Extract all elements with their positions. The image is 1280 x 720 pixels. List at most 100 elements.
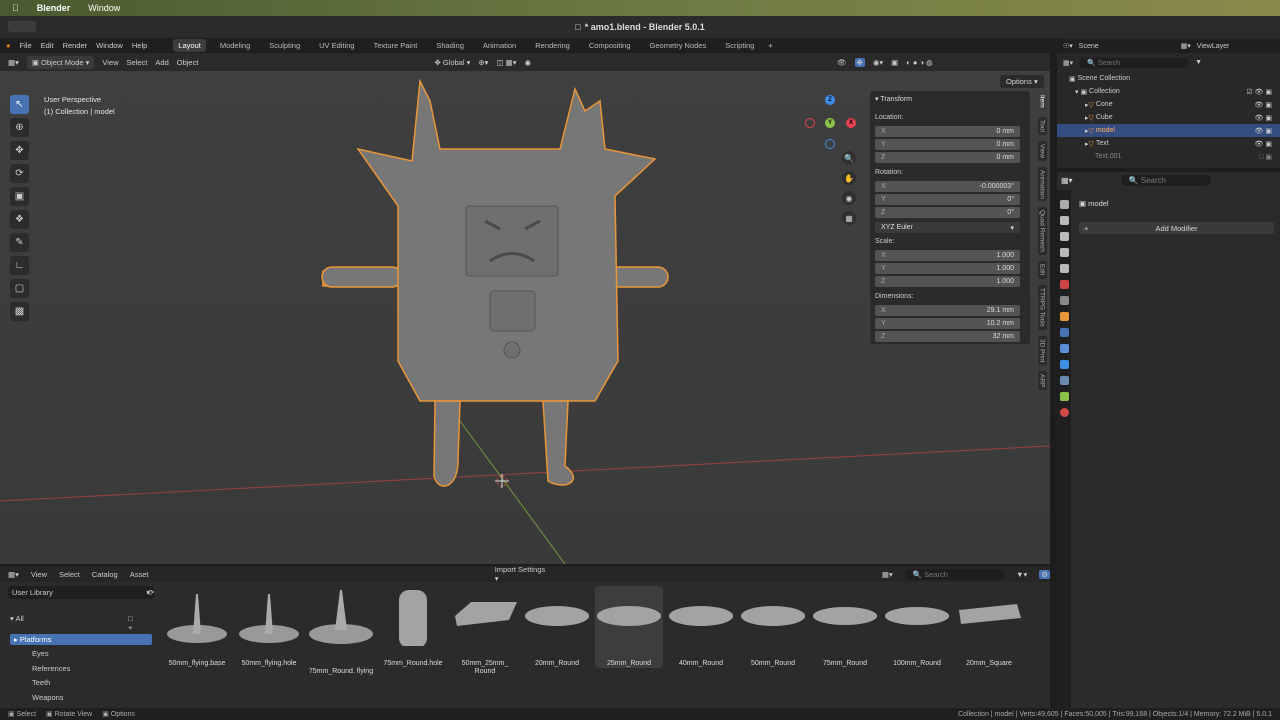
tab-arp[interactable]: ARP: [1037, 370, 1047, 391]
editor-type-icon[interactable]: ▦▾: [8, 58, 19, 67]
asset-tile[interactable]: 50mm_Round: [739, 586, 807, 668]
transform-header[interactable]: ▾ Transform: [875, 95, 912, 103]
tab-geometry-nodes[interactable]: Geometry Nodes: [645, 39, 712, 52]
tab-3d-print[interactable]: 3D Print: [1037, 335, 1047, 365]
proportional-edit-icon[interactable]: ◉: [524, 58, 531, 67]
transform-tool-icon[interactable]: ❖: [10, 210, 29, 229]
dimensions-y-field[interactable]: Y 10.2 mm: [875, 318, 1020, 329]
tab-edit[interactable]: Edit: [1037, 261, 1047, 279]
rotation-z-field[interactable]: Z 0°: [875, 207, 1020, 218]
object-props-icon[interactable]: [1059, 312, 1069, 321]
pan-hand-icon[interactable]: ✋: [842, 171, 856, 185]
navigation-gizmo[interactable]: Z Y X: [800, 93, 860, 153]
select-box-icon[interactable]: ↖: [10, 95, 29, 114]
constraints-props-icon[interactable]: [1059, 376, 1069, 385]
shading-modes[interactable]: ◐ ● ◑ ◍: [906, 58, 932, 67]
overlay-icon[interactable]: ◉▾: [873, 58, 883, 67]
rotation-y-field[interactable]: Y 0°: [875, 194, 1020, 205]
outliner-item-collection[interactable]: ▾ ▣ Collection ☑ 👁 ▣: [1057, 85, 1280, 98]
menu-render[interactable]: Render: [63, 41, 88, 50]
zoom-icon[interactable]: 🔍: [842, 151, 856, 165]
scale-x-field[interactable]: X 1.000: [875, 250, 1020, 261]
physics-props-icon[interactable]: [1059, 360, 1069, 369]
asset-tile[interactable]: 50mm_flying.base: [163, 586, 231, 668]
properties-search[interactable]: 🔍 Search: [1120, 175, 1211, 186]
add-modifier-button[interactable]: + Add Modifier: [1079, 222, 1274, 234]
gizmo-z-icon[interactable]: Z: [825, 95, 835, 105]
outliner-item-text001[interactable]: Text.001 □ ▣: [1057, 150, 1280, 163]
tab-rendering[interactable]: Rendering: [530, 39, 575, 52]
xray-icon[interactable]: ▣: [891, 58, 898, 67]
asset-tile[interactable]: 50mm_flying.hole: [235, 586, 303, 668]
material-props-icon[interactable]: [1059, 408, 1069, 417]
menu-help[interactable]: Help: [132, 41, 147, 50]
tab-scripting[interactable]: Scripting: [720, 39, 759, 52]
tab-item[interactable]: Item: [1037, 92, 1047, 111]
rotation-x-field[interactable]: X -0.000003°: [875, 181, 1020, 192]
add-cube-tool-icon[interactable]: ▢: [10, 279, 29, 298]
collection-props-icon[interactable]: [1059, 296, 1069, 305]
mode-dropdown[interactable]: ▣ Object Mode ▾: [26, 55, 95, 69]
tab-modeling[interactable]: Modeling: [215, 39, 255, 52]
location-y-field[interactable]: Y0 mm: [875, 139, 1020, 150]
gizmo-neg-x-icon[interactable]: [805, 118, 815, 128]
add-menu[interactable]: Add: [155, 58, 168, 67]
cursor-tool-icon[interactable]: ⊕: [10, 118, 29, 137]
asset-tile[interactable]: 25mm_Round: [595, 586, 663, 668]
outliner-item-cone[interactable]: ▸ ▽ Cone 👁 ▣: [1057, 98, 1280, 111]
window-menu[interactable]: Window: [88, 3, 120, 13]
apple-icon[interactable]: : [12, 3, 19, 13]
tab-ttrpg-tools[interactable]: TTRPG Tools: [1037, 284, 1047, 330]
tab-shading[interactable]: Shading: [431, 39, 469, 52]
app-menu[interactable]: Blender: [37, 3, 71, 13]
asset-tile[interactable]: 20mm_Round: [523, 586, 591, 668]
outliner-item-model[interactable]: ▸ ▽ model 👁 ▣: [1057, 124, 1280, 137]
view-menu[interactable]: View: [102, 58, 118, 67]
gizmo-icon[interactable]: ✥: [854, 57, 865, 67]
tab-compositing[interactable]: Compositing: [584, 39, 636, 52]
asset-tile[interactable]: 100mm_Round: [883, 586, 951, 668]
menu-window[interactable]: Window: [96, 41, 123, 50]
outliner-item-cube[interactable]: ▸ ▽ Cube 👁 ▣: [1057, 111, 1280, 124]
filter-icon[interactable]: ▼: [1195, 59, 1202, 66]
gizmo-neg-z-icon[interactable]: [825, 139, 835, 149]
tab-animation[interactable]: Animation: [478, 39, 521, 52]
tab-uv-editing[interactable]: UV Editing: [314, 39, 359, 52]
tab-quad-remesh[interactable]: Quad Remesh: [1037, 207, 1047, 256]
visibility-icon[interactable]: 👁: [837, 58, 847, 67]
asset-tile[interactable]: 50mm_25mm_ Round: [451, 586, 519, 675]
snap-icon[interactable]: ◫ ▦▾: [496, 58, 516, 67]
outliner-scene-collection[interactable]: ▣ Scene Collection: [1057, 72, 1280, 85]
camera-icon[interactable]: ◉: [842, 191, 856, 205]
move-tool-icon[interactable]: ✥: [10, 141, 29, 160]
properties-editor-icon[interactable]: ▦▾: [1061, 176, 1073, 185]
add-workspace-icon[interactable]: +: [768, 41, 772, 50]
asset-tile[interactable]: 75mm_Round. flying: [307, 586, 375, 675]
blender-logo-icon[interactable]: ●: [6, 41, 11, 50]
tab-sculpting[interactable]: Sculpting: [264, 39, 305, 52]
scale-tool-icon[interactable]: ▣: [10, 187, 29, 206]
select-menu[interactable]: Select: [127, 58, 148, 67]
dimensions-x-field[interactable]: X 29.1 mm: [875, 305, 1020, 316]
asset-tile[interactable]: 75mm_Round.hole: [379, 586, 447, 668]
viewlayer-selector[interactable]: ViewLayer: [1197, 43, 1230, 50]
scene-selector[interactable]: Scene: [1079, 43, 1099, 50]
location-x-field[interactable]: X0 mm: [875, 126, 1020, 137]
tab-view[interactable]: View: [1037, 140, 1047, 161]
pivot-icon[interactable]: ⊕▾: [478, 58, 488, 67]
modifier-props-icon[interactable]: [1059, 328, 1069, 337]
asset-tile[interactable]: 20mm_Square: [955, 586, 1023, 668]
object-tool-icon[interactable]: ▩: [10, 302, 29, 321]
object-menu[interactable]: Object: [177, 58, 199, 67]
outliner-display-icon[interactable]: ▦▾: [1063, 59, 1073, 67]
options-button[interactable]: Options ▾: [1000, 75, 1044, 88]
gizmo-x-icon[interactable]: X: [846, 118, 856, 128]
transform-orientation-dropdown[interactable]: ✥ Global ▾: [434, 58, 470, 67]
tab-animation-side[interactable]: Animation: [1037, 166, 1047, 202]
measure-tool-icon[interactable]: ∟: [10, 256, 29, 275]
annotate-tool-icon[interactable]: ✎: [10, 233, 29, 252]
data-props-icon[interactable]: [1059, 392, 1069, 401]
menu-file[interactable]: File: [20, 41, 32, 50]
scale-z-field[interactable]: Z 1.000: [875, 276, 1020, 287]
gizmo-y-icon[interactable]: Y: [825, 118, 835, 128]
